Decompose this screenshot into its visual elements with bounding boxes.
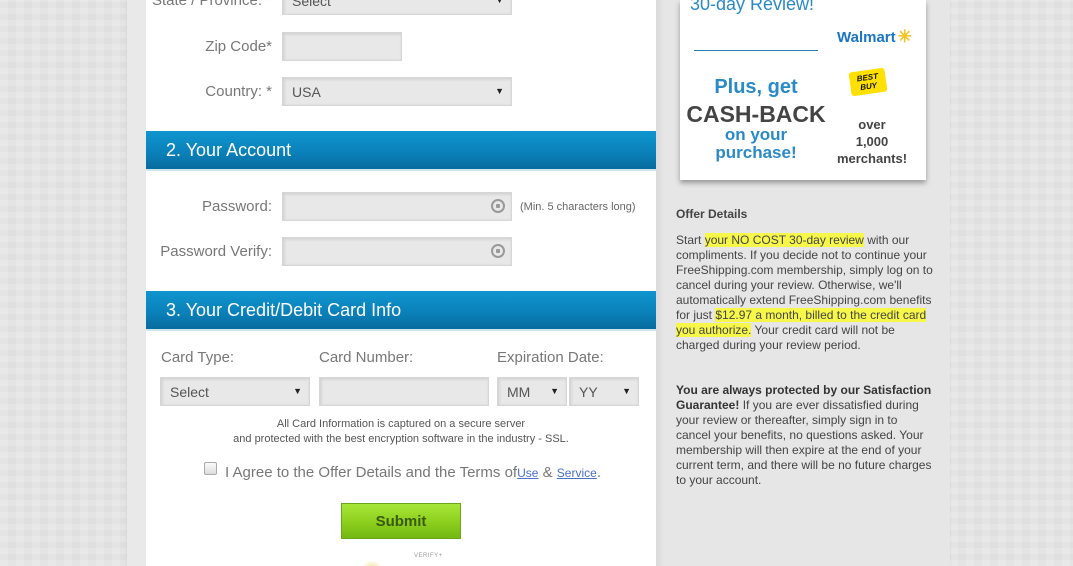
sidebar-shade: [656, 0, 664, 566]
zip-input[interactable]: [282, 32, 402, 61]
verify-badge-text: VERIFY+: [414, 553, 443, 559]
bestbuy-logo: BEST BUY: [848, 67, 888, 97]
password-input[interactable]: [282, 192, 512, 221]
account-section-header: 2. Your Account: [146, 131, 656, 171]
page-background-left: [0, 0, 127, 566]
country-label: Country: *: [205, 83, 272, 100]
password-manager-icon[interactable]: [491, 199, 505, 213]
card-type-value: Select: [170, 383, 209, 400]
submit-button[interactable]: Submit: [341, 503, 461, 539]
agree-text: I Agree to the Offer Details and the Ter…: [225, 464, 518, 481]
chevron-down-icon: ▼: [495, 0, 504, 5]
walmart-logo-text: Walmart: [837, 29, 896, 46]
card-type-select[interactable]: Select ▼: [160, 377, 310, 406]
password-verify-input[interactable]: [282, 237, 512, 266]
state-select[interactable]: Select ▼: [282, 0, 512, 15]
walmart-spark-icon: ✳: [897, 27, 912, 46]
promo-purchase: purchase!: [715, 143, 797, 162]
promo-merchants: over 1,000 merchants!: [830, 116, 914, 167]
card-number-input[interactable]: [319, 377, 489, 406]
promo-on-your: on your: [724, 125, 788, 144]
chevron-down-icon: ▼: [293, 386, 302, 396]
security-seal-icon: [360, 560, 384, 566]
card-type-label: Card Type:: [161, 349, 235, 366]
guarantee-paragraph: You are always protected by our Satisfac…: [676, 383, 934, 488]
password-label: Password:: [201, 198, 272, 215]
walmart-logo: Walmart ✳: [837, 27, 912, 47]
password-manager-icon[interactable]: [491, 244, 505, 258]
exp-year-value: YY: [579, 383, 598, 400]
expiration-label: Expiration Date:: [497, 349, 604, 366]
terms-use-link[interactable]: Use: [517, 466, 538, 480]
state-select-value: Select: [292, 0, 331, 9]
country-row: Country: * USA ▼: [146, 77, 512, 106]
page-background-right: [950, 0, 1073, 566]
card-section-header: 3. Your Credit/Debit Card Info: [146, 291, 656, 331]
promo-plus-get: Plus, get: [714, 76, 798, 98]
password-verify-label: Password Verify:: [160, 243, 272, 260]
secure-note-line-1: All Card Information is captured on a se…: [276, 418, 526, 430]
chevron-down-icon: ▼: [622, 386, 631, 396]
promo-divider: [694, 50, 818, 51]
promo-card: 30-day Review! Walmart ✳ BEST BUY Plus, g…: [680, 0, 926, 180]
terms-service-link[interactable]: Service: [557, 466, 597, 480]
promo-on-your-purchase: on your purchase!: [680, 126, 832, 162]
password-hint: (Min. 5 characters long): [520, 200, 636, 213]
secure-note-line-2: and protected with the best encryption s…: [233, 433, 569, 445]
chevron-down-icon: ▼: [495, 86, 504, 96]
country-select-value: USA: [292, 83, 321, 100]
password-verify-row: Password Verify:: [146, 237, 512, 266]
promo-cash-back: CASH-BACK: [686, 101, 826, 127]
zip-label: Zip Code*: [205, 38, 272, 55]
exp-month-value: MM: [507, 383, 531, 400]
offer-highlight-no-cost: your NO COST 30-day review: [704, 233, 864, 247]
promo-merchants-line-3: merchants!: [836, 151, 908, 166]
agree-amp: &: [538, 464, 557, 481]
secure-note: All Card Information is captured on a se…: [146, 417, 656, 447]
chevron-down-icon: ▼: [550, 386, 559, 396]
agree-checkbox[interactable]: [204, 462, 217, 475]
agree-suffix: .: [596, 464, 601, 481]
promo-merchants-line-2: 1,000: [855, 134, 889, 149]
state-row: State / Province: * Select ▼: [146, 0, 512, 15]
offer-details-paragraph: Start your NO COST 30-day review with ou…: [676, 233, 934, 353]
card-number-label: Card Number:: [319, 349, 414, 366]
offer-details-title: Offer Details: [676, 207, 748, 221]
offer-text-start: Start: [676, 233, 705, 247]
country-select[interactable]: USA ▼: [282, 77, 512, 106]
promo-merchants-line-1: over: [858, 117, 886, 132]
exp-month-select[interactable]: MM ▼: [497, 377, 567, 406]
zip-row: Zip Code*: [146, 32, 402, 61]
state-label: State / Province: *: [151, 0, 272, 9]
password-row: Password: (Min. 5 characters long): [146, 192, 636, 221]
promo-review-text: 30-day Review!: [690, 0, 815, 14]
exp-year-select[interactable]: YY ▼: [569, 377, 639, 406]
agree-terms-row: I Agree to the Offer Details and the Ter…: [204, 462, 601, 481]
